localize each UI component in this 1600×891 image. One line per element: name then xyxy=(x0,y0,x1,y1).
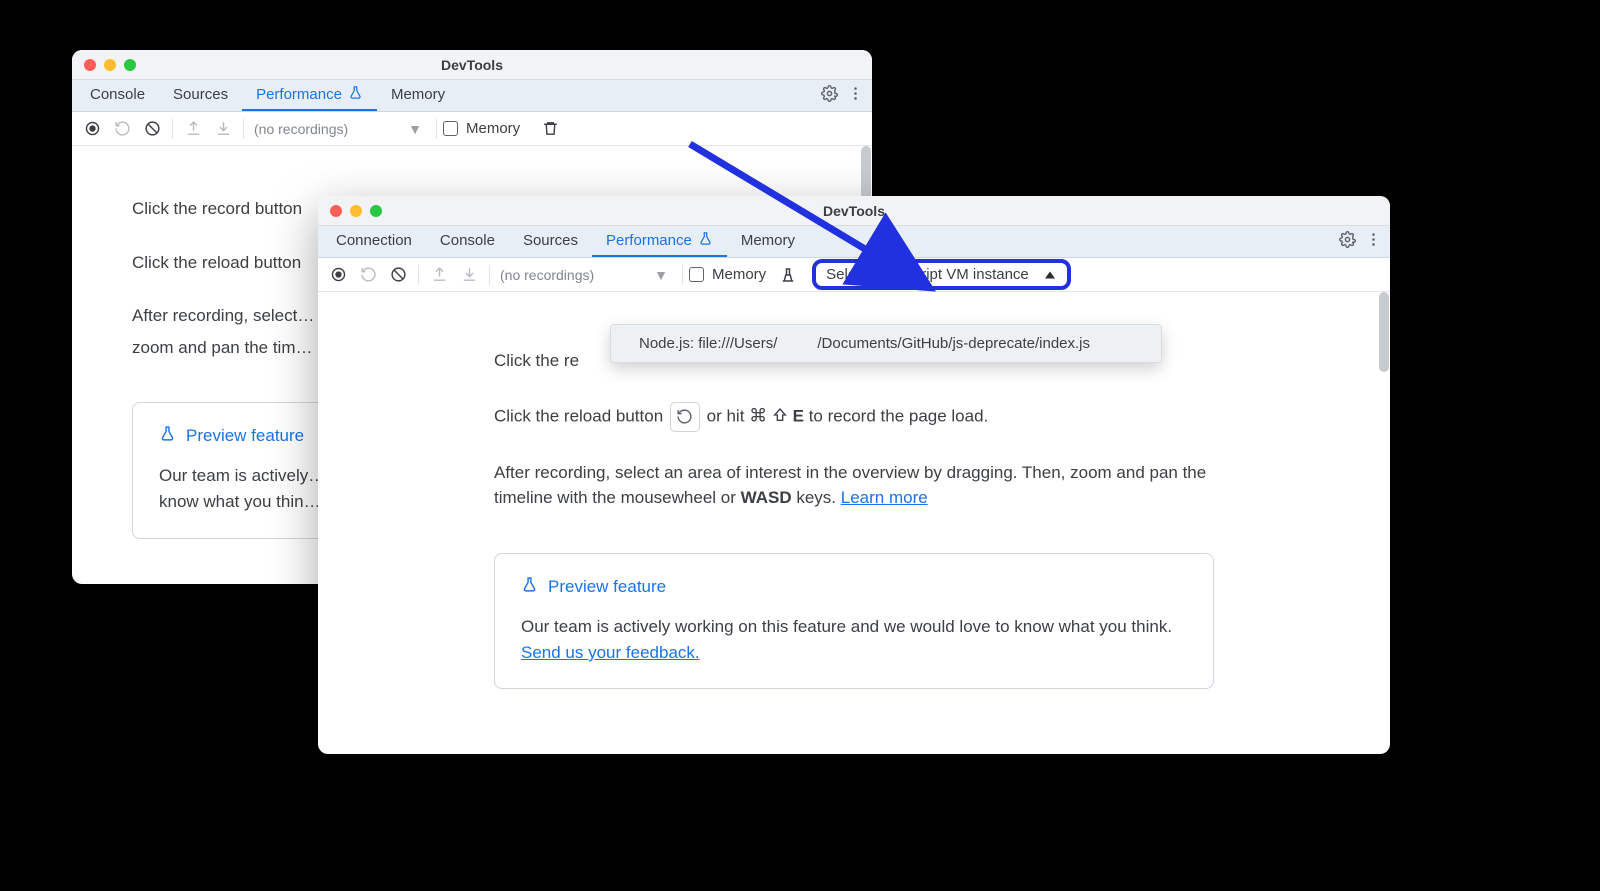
vm-instance-option[interactable]: Node.js: file:///Users//Documents/GitHub… xyxy=(611,325,1161,362)
recordings-select[interactable]: (no recordings) ▼ xyxy=(496,267,676,283)
traffic-lights xyxy=(72,59,136,71)
flask-icon xyxy=(698,231,713,250)
card-title: Preview feature xyxy=(521,576,1187,598)
settings-icon[interactable] xyxy=(816,80,842,106)
trash-icon[interactable] xyxy=(536,115,564,143)
preview-feature-card: Preview feature Our team is actively wor… xyxy=(494,553,1214,690)
upload-icon[interactable] xyxy=(425,261,453,289)
tab-sources[interactable]: Sources xyxy=(159,80,242,111)
e-key: E xyxy=(793,406,804,425)
instruction-after: After recording, select an area of inter… xyxy=(494,460,1214,511)
vm-instance-dropdown: Node.js: file:///Users//Documents/GitHub… xyxy=(610,324,1162,363)
download-icon[interactable] xyxy=(455,261,483,289)
reload-record-icon[interactable] xyxy=(354,261,382,289)
tab-performance[interactable]: Performance xyxy=(242,80,377,111)
tab-bar: Console Sources Performance Memory xyxy=(72,80,872,112)
vm-instance-select[interactable]: Select JavaScript VM instance xyxy=(812,259,1071,290)
feedback-link[interactable]: Send us your feedback. xyxy=(521,643,700,662)
download-icon[interactable] xyxy=(209,115,237,143)
traffic-lights xyxy=(318,205,382,217)
shift-key xyxy=(772,406,788,425)
chevron-down-icon: ▼ xyxy=(654,267,668,283)
upload-icon[interactable] xyxy=(179,115,207,143)
flask-icon xyxy=(159,425,176,447)
learn-more-link[interactable]: Learn more xyxy=(841,488,928,507)
titlebar: DevTools xyxy=(72,50,872,80)
card-body: Our team is actively working on this fea… xyxy=(521,614,1187,667)
perf-body: Node.js: file:///Users//Documents/GitHub… xyxy=(318,292,1390,754)
minimize-dot[interactable] xyxy=(104,59,116,71)
devtools-window-front: DevTools Connection Console Sources Perf… xyxy=(318,196,1390,754)
tab-sources[interactable]: Sources xyxy=(509,226,592,257)
tab-memory[interactable]: Memory xyxy=(727,226,809,257)
tab-console[interactable]: Console xyxy=(76,80,159,111)
tab-performance[interactable]: Performance xyxy=(592,226,727,257)
kebab-icon[interactable] xyxy=(842,80,868,106)
memory-checkbox[interactable] xyxy=(443,121,458,136)
scrollbar[interactable] xyxy=(1379,292,1389,372)
zoom-dot[interactable] xyxy=(124,59,136,71)
close-dot[interactable] xyxy=(330,205,342,217)
reload-record-icon[interactable] xyxy=(108,115,136,143)
kebab-icon[interactable] xyxy=(1360,226,1386,252)
triangle-up-icon xyxy=(1045,271,1055,278)
memory-checkbox-label: Memory xyxy=(712,266,766,283)
window-title: DevTools xyxy=(318,203,1390,219)
tab-console[interactable]: Console xyxy=(426,226,509,257)
perf-toolbar: (no recordings) ▼ Memory xyxy=(72,112,872,146)
instruction-reload: Click the reload button or hit ⌘ E to re… xyxy=(494,402,1214,432)
close-dot[interactable] xyxy=(84,59,96,71)
recordings-select[interactable]: (no recordings) ▼ xyxy=(250,121,430,137)
titlebar: DevTools xyxy=(318,196,1390,226)
memory-checkbox-label: Memory xyxy=(466,120,520,137)
tab-bar: Connection Console Sources Performance M… xyxy=(318,226,1390,258)
flask-icon xyxy=(521,576,538,598)
broom-icon[interactable] xyxy=(774,261,802,289)
reload-icon xyxy=(670,402,700,432)
record-icon[interactable] xyxy=(324,261,352,289)
record-icon[interactable] xyxy=(78,115,106,143)
cmd-key: ⌘ xyxy=(749,405,767,425)
settings-icon[interactable] xyxy=(1334,226,1360,252)
flask-icon xyxy=(348,85,363,104)
window-title: DevTools xyxy=(72,57,872,73)
chevron-down-icon: ▼ xyxy=(408,121,422,137)
minimize-dot[interactable] xyxy=(350,205,362,217)
perf-toolbar: (no recordings) ▼ Memory Select JavaScri… xyxy=(318,258,1390,292)
tab-memory[interactable]: Memory xyxy=(377,80,459,111)
clear-icon[interactable] xyxy=(138,115,166,143)
memory-checkbox[interactable] xyxy=(689,267,704,282)
zoom-dot[interactable] xyxy=(370,205,382,217)
clear-icon[interactable] xyxy=(384,261,412,289)
tab-connection[interactable]: Connection xyxy=(322,226,426,257)
